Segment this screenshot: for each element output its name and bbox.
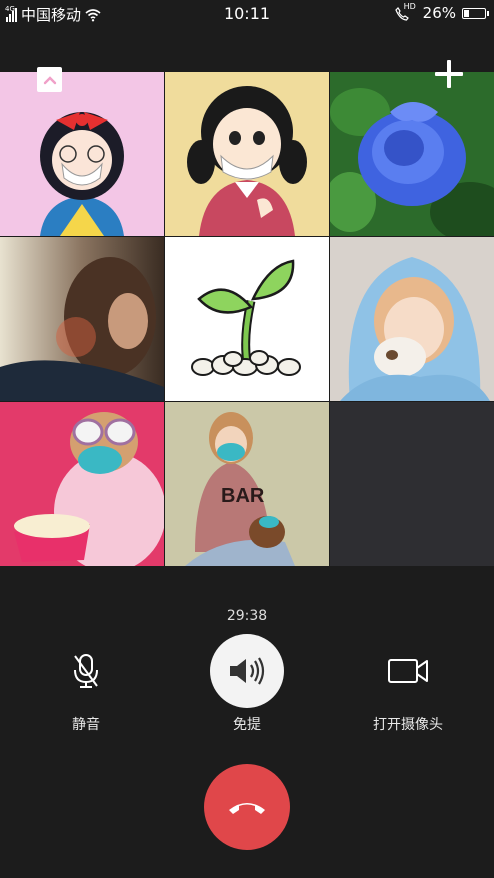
participant-tile-1 [0,72,164,236]
participant-tile-7 [0,402,164,566]
dog-popcorn-avatar [0,402,164,566]
collapse-button[interactable] [37,67,62,92]
participant-tile-2 [165,72,329,236]
participant-tile-3 [330,72,494,236]
chevron-up-icon [43,75,56,84]
shirt-text: BAR [221,485,265,507]
hd-call-icon: HD [394,2,417,21]
speaker-label: 免提 [233,717,261,733]
video-camera-icon [388,659,428,683]
participant-tile-6 [330,237,494,401]
cartoon-girl-avatar [0,72,164,236]
microphone-icon [74,654,98,688]
participant-tile-5 [165,237,329,401]
battery-icon [462,7,489,19]
speaker-toggle[interactable] [210,634,284,708]
speaker-button[interactable]: 免提 [187,634,307,734]
add-participant-button[interactable] [433,58,465,90]
participant-grid: BAR [0,72,494,566]
battery-percent: 26% [422,4,456,22]
speaker-icon [230,657,265,685]
participant-tile-8: BAR [165,402,329,566]
sprout-avatar [165,237,329,401]
empty-tile [330,402,494,566]
hangup-button[interactable] [204,764,290,850]
call-duration: 29:38 [226,608,268,624]
participant-tile-4 [0,237,164,401]
camera-button[interactable]: 打开摄像头 [348,634,468,734]
girl-bar-shirt-avatar: BAR [165,402,329,566]
cartoon-girl-pigtails-avatar [165,72,329,236]
hangup-icon [229,803,265,814]
girl-with-cat-avatar [330,237,494,401]
mute-button[interactable]: 静音 [26,634,146,734]
woman-sunset-avatar [0,237,164,401]
blue-rose-avatar [330,72,494,236]
hd-label: HD [403,2,416,11]
status-bar: 4G 中国移动 10:11 HD 26% [0,0,494,28]
mute-label: 静音 [72,717,100,733]
camera-label: 打开摄像头 [373,717,443,733]
